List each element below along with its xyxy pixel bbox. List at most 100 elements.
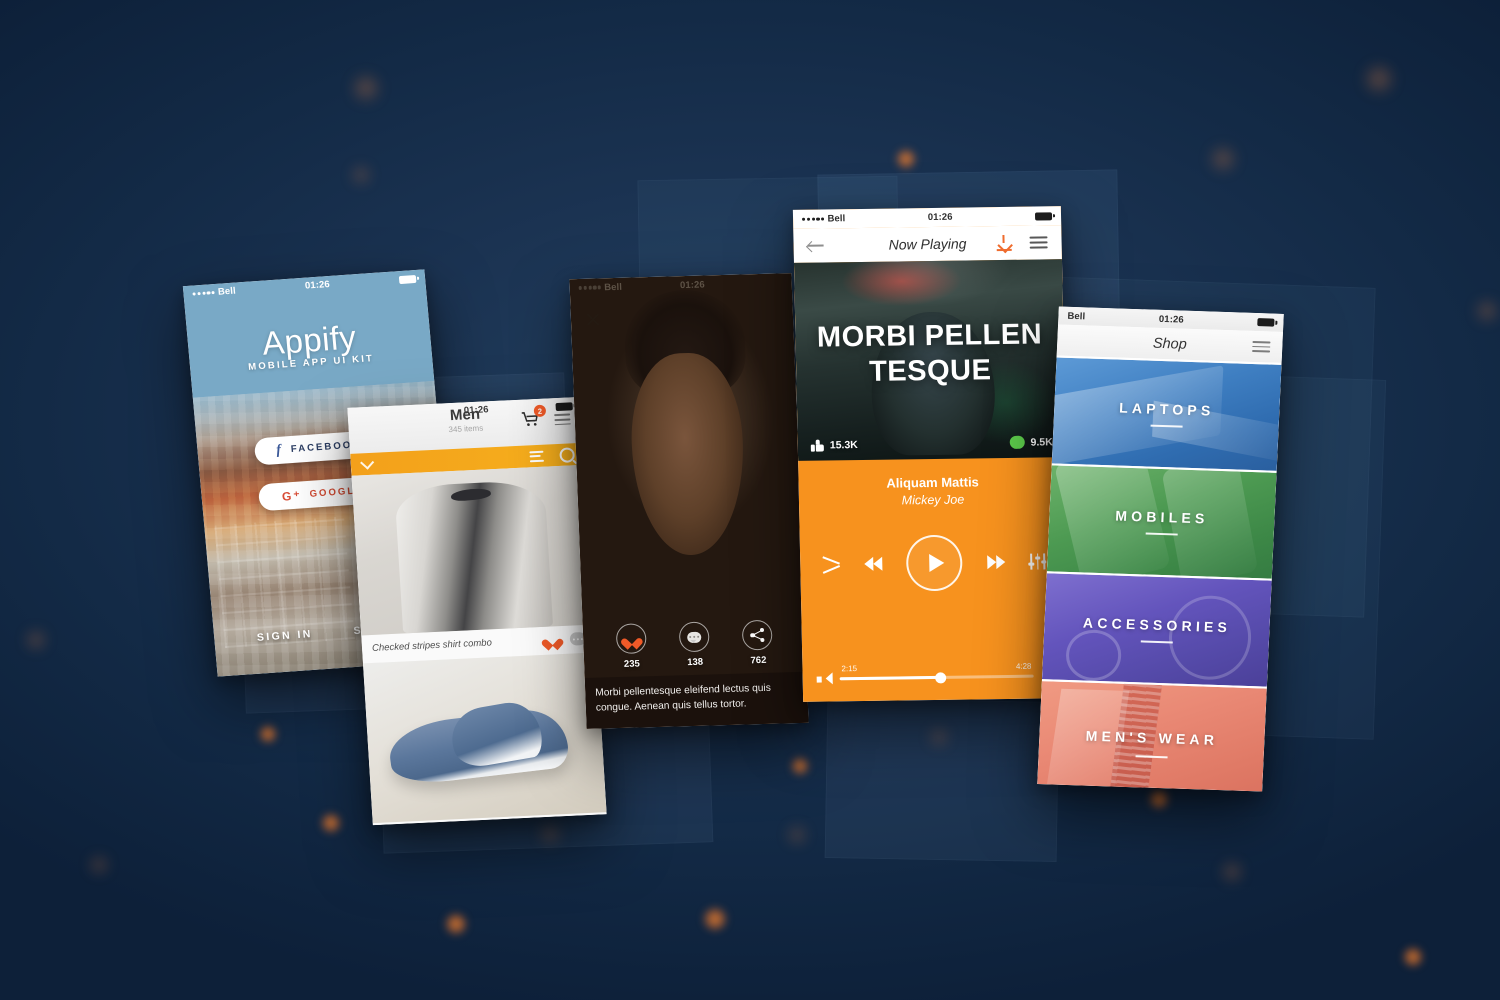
artwork-stats: 15.3K 9.5K	[798, 435, 1066, 452]
carrier-label: Bell	[217, 285, 237, 298]
bokeh-particle	[352, 74, 380, 102]
category-label: MEN'S WEAR	[1085, 727, 1219, 748]
bokeh-particle	[352, 166, 370, 184]
thumbs-up-icon	[811, 439, 824, 451]
bokeh-particle	[790, 756, 810, 776]
product-image	[362, 652, 607, 824]
phone-screen-social-post[interactable]: Bell 01:26 235 138 762 Morbi pellentesqu…	[569, 273, 809, 729]
list-view-icon[interactable]	[529, 450, 544, 462]
share-count: 762	[750, 654, 767, 667]
google-plus-icon: G⁺	[281, 487, 303, 504]
phone-screen-shop-categories[interactable]: Bell 01:26 Shop LAPTOPS MOBILES ACCESSOR…	[1037, 306, 1284, 792]
category-tile-laptops[interactable]: LAPTOPS	[1051, 355, 1282, 471]
download-icon[interactable]	[996, 235, 1012, 252]
like-count: 235	[623, 658, 641, 670]
equalizer-icon[interactable]	[1028, 553, 1047, 570]
comment-count: 138	[687, 656, 704, 669]
now-playing-navbar: Now Playing	[793, 225, 1062, 263]
like-count: 15.3K	[829, 438, 858, 451]
status-time: 01:26	[1158, 313, 1184, 326]
product-name: Checked stripes shirt combo	[371, 637, 493, 654]
bokeh-particle	[26, 630, 46, 650]
category-tile-accessories[interactable]: ACCESSORIES	[1041, 571, 1272, 687]
comment-icon	[1009, 435, 1025, 449]
post-caption: Morbi pellentesque eleifend lectus quis …	[584, 672, 809, 729]
product-actions	[540, 631, 587, 651]
signal-dots-icon	[802, 217, 825, 221]
label-underline	[1140, 639, 1173, 644]
post-actions: 235 138 762	[583, 619, 807, 671]
status-bar: Bell 01:26	[183, 269, 426, 303]
album-artwork: MORBI PELLEN TESQUE 15.3K 9.5K	[793, 259, 1067, 461]
bokeh-particle	[1402, 946, 1424, 968]
phone-screen-shop-men[interactable]: 01:26 Men 345 items 2 Checked stripes sh…	[347, 396, 607, 826]
song-info: Aliquam Mattis Mickey Joe	[798, 457, 1067, 509]
status-time: 01:26	[679, 278, 705, 291]
heart-icon[interactable]	[540, 633, 560, 651]
bokeh-particle	[90, 856, 108, 874]
category-label: LAPTOPS	[1118, 399, 1215, 419]
chevron-down-icon[interactable]	[360, 455, 375, 470]
previous-icon[interactable]	[863, 556, 882, 571]
player-controls	[799, 505, 1069, 593]
share-icon	[741, 619, 774, 651]
product-card[interactable]: Checked stripes shirt combo	[351, 464, 597, 664]
battery-icon	[398, 274, 419, 284]
like-action[interactable]: 235	[615, 623, 647, 670]
bokeh-particle	[895, 148, 917, 170]
mockup-canvas: Bell 01:26 Appify MOBILE APP UI KIT f FA…	[0, 0, 1500, 1000]
category-tile-mens-wear[interactable]: MEN'S WEAR	[1037, 679, 1267, 792]
phone-screen-now-playing[interactable]: Bell 01:26 Now Playing MORBI PELLEN TESQ…	[792, 206, 1072, 702]
heart-icon	[615, 623, 647, 655]
signal-dots-icon	[578, 285, 602, 290]
progress-knob[interactable]	[934, 671, 947, 683]
search-icon[interactable]	[559, 446, 576, 463]
bokeh-particle	[1364, 64, 1394, 94]
bokeh-particle	[1148, 788, 1170, 810]
category-label: ACCESSORIES	[1082, 614, 1232, 636]
category-tile-mobiles[interactable]: MOBILES	[1046, 463, 1277, 579]
status-time: 01:26	[304, 278, 331, 292]
status-time: 01:26	[927, 211, 953, 224]
time-total: 4:28	[1015, 661, 1032, 671]
comment-action[interactable]: 138	[678, 621, 711, 669]
hamburger-icon[interactable]	[1029, 236, 1048, 249]
song-title: Aliquam Mattis	[886, 474, 979, 491]
battery-icon	[1034, 211, 1055, 221]
navbar-title: Shop	[1152, 335, 1188, 353]
label-underline	[1145, 532, 1178, 536]
bokeh-particle	[1476, 300, 1498, 322]
cover-title: MORBI PELLEN TESQUE	[816, 318, 1043, 389]
progress-slider[interactable]: 2:15 4:28	[839, 662, 1034, 683]
hamburger-icon[interactable]	[554, 413, 571, 426]
share-action[interactable]: 762	[741, 619, 774, 667]
like-stat[interactable]: 15.3K	[811, 438, 858, 452]
bokeh-particle	[444, 912, 468, 936]
play-icon	[928, 553, 944, 573]
product-image	[351, 464, 596, 636]
carrier-label: Bell	[604, 281, 623, 293]
play-button[interactable]	[905, 534, 963, 592]
product-card[interactable]: Hipster morning jogging shoes $23.50	[362, 652, 607, 826]
bokeh-particle	[258, 724, 278, 744]
carrier-label: Bell	[1067, 310, 1086, 322]
shuffle-icon[interactable]	[822, 555, 841, 574]
comment-stat[interactable]: 9.5K	[1009, 435, 1053, 449]
hamburger-icon[interactable]	[1252, 340, 1271, 353]
facebook-f-icon: f	[275, 442, 284, 458]
bokeh-particle	[320, 812, 342, 834]
label-underline	[1135, 755, 1168, 759]
volume-low-icon[interactable]	[817, 672, 831, 685]
carrier-label: Bell	[827, 213, 846, 225]
battery-icon	[1257, 318, 1278, 327]
close-icon[interactable]	[585, 311, 602, 327]
category-label: MOBILES	[1115, 507, 1209, 527]
time-elapsed: 2:15	[841, 664, 858, 674]
signal-dots-icon	[192, 290, 216, 296]
comment-count: 9.5K	[1030, 435, 1053, 449]
bokeh-particle	[1210, 146, 1236, 172]
next-icon[interactable]	[986, 554, 1005, 570]
bokeh-particle	[788, 826, 806, 844]
progress-fill	[839, 675, 941, 681]
comment-icon	[678, 621, 710, 653]
